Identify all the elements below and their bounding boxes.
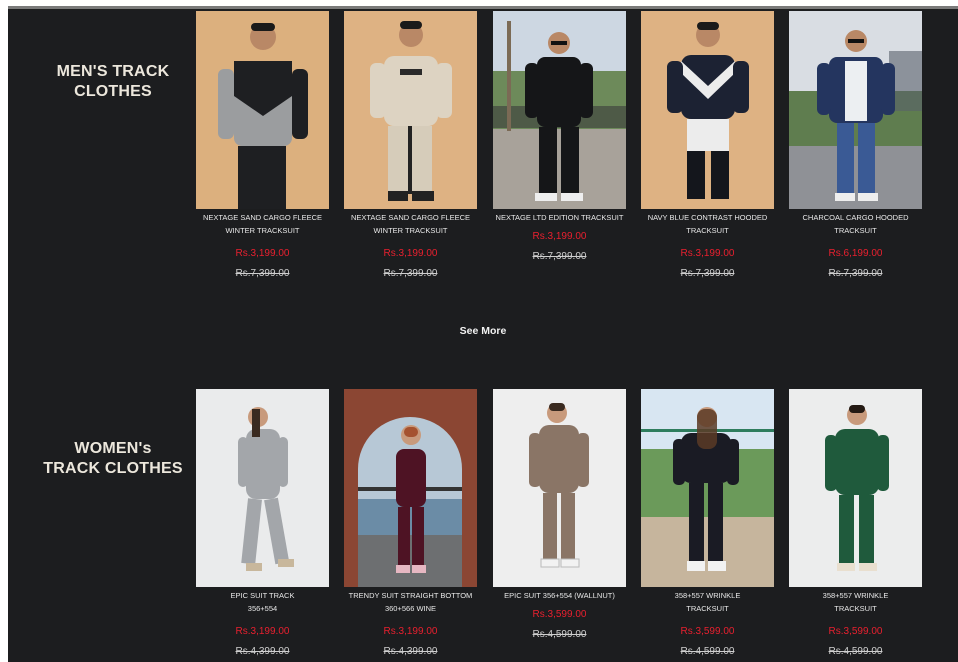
product-card[interactable]: NEXTAGE SAND CARGO FLEECE WINTER TRACKSU… [344, 11, 477, 281]
product-title-line: TRACKSUIT [834, 226, 877, 235]
product-image[interactable] [344, 389, 477, 587]
product-image[interactable] [493, 11, 626, 209]
section-title-line: WOMEN's [74, 440, 152, 457]
product-title[interactable]: NEXTAGE SAND CARGO FLEECE WINTER TRACKSU… [196, 211, 329, 239]
original-price: Rs.7,399.00 [532, 251, 587, 262]
product-image[interactable] [789, 389, 922, 587]
product-card[interactable]: NEXTAGE LTD EDITION TRACKSUIT Rs.3,199.0… [493, 11, 626, 264]
womens-section-title: WOMEN's TRACK CLOTHES [36, 439, 190, 479]
original-price: Rs.7,399.00 [235, 268, 290, 279]
product-title-line: CHARCOAL CARGO HOODED [802, 213, 909, 222]
original-price: Rs.7,399.00 [680, 268, 735, 279]
original-price: Rs.4,599.00 [680, 646, 735, 657]
product-image[interactable] [641, 11, 774, 209]
product-image[interactable] [344, 11, 477, 209]
sale-price: Rs.3,199.00 [383, 248, 438, 259]
sale-price: Rs.3,199.00 [383, 626, 438, 637]
section-title-line: MEN'S TRACK [56, 63, 170, 80]
original-price: Rs.7,399.00 [828, 268, 883, 279]
product-title[interactable]: TRENDY SUIT STRAIGHT BOTTOM 360+566 WINE [344, 589, 477, 617]
sale-price: Rs.3,199.00 [235, 626, 290, 637]
mens-section-title: MEN'S TRACK CLOTHES [43, 62, 183, 102]
product-card[interactable]: CHARCOAL CARGO HOODED TRACKSUIT Rs.6,199… [789, 11, 922, 281]
product-title-line: EPIC SUIT 356+554 (WALLNUT) [504, 591, 615, 600]
section-title-line: CLOTHES [74, 83, 152, 100]
product-image[interactable] [196, 11, 329, 209]
product-title[interactable]: CHARCOAL CARGO HOODED TRACKSUIT [789, 211, 922, 239]
sale-price: Rs.3,599.00 [532, 609, 587, 620]
sale-price: Rs.3,199.00 [235, 248, 290, 259]
product-card[interactable]: 358+557 WRINKLE TRACKSUIT Rs.3,599.00 Rs… [641, 389, 774, 659]
product-title-line: TRENDY SUIT STRAIGHT BOTTOM [348, 591, 473, 600]
product-card[interactable]: 358+557 WRINKLE TRACKSUIT Rs.3,599.00 Rs… [789, 389, 922, 659]
sale-price: Rs.3,599.00 [828, 626, 883, 637]
product-card[interactable]: EPIC SUIT TRACK 356+554 Rs.3,199.00 Rs.4… [196, 389, 329, 659]
original-price: Rs.4,399.00 [235, 646, 290, 657]
product-title-line: NAVY BLUE CONTRAST HOODED [647, 213, 768, 222]
product-title[interactable]: 358+557 WRINKLE TRACKSUIT [641, 589, 774, 617]
product-title-line: WINTER TRACKSUIT [373, 226, 448, 235]
product-title-line: 356+554 [247, 604, 278, 613]
product-card[interactable]: NAVY BLUE CONTRAST HOODED TRACKSUIT Rs.3… [641, 11, 774, 281]
original-price: Rs.4,599.00 [532, 629, 587, 640]
product-image[interactable] [789, 11, 922, 209]
product-title[interactable]: NAVY BLUE CONTRAST HOODED TRACKSUIT [641, 211, 774, 239]
product-title-line: WINTER TRACKSUIT [225, 226, 300, 235]
product-title-line: NEXTAGE SAND CARGO FLEECE [350, 213, 471, 222]
product-title[interactable]: 358+557 WRINKLE TRACKSUIT [789, 589, 922, 617]
product-title-line: EPIC SUIT TRACK [230, 591, 295, 600]
product-card[interactable]: EPIC SUIT 356+554 (WALLNUT) Rs.3,599.00 … [493, 389, 626, 642]
product-card[interactable]: NEXTAGE SAND CARGO FLEECE WINTER TRACKSU… [196, 11, 329, 281]
product-title-line: NEXTAGE SAND CARGO FLEECE [202, 213, 323, 222]
product-title-line: 360+566 WINE [384, 604, 437, 613]
product-title[interactable]: EPIC SUIT TRACK 356+554 [196, 589, 329, 617]
product-title-line: TRACKSUIT [686, 604, 729, 613]
sale-price: Rs.6,199.00 [828, 248, 883, 259]
product-image[interactable] [493, 389, 626, 587]
product-title[interactable]: NEXTAGE SAND CARGO FLEECE WINTER TRACKSU… [344, 211, 477, 239]
original-price: Rs.4,599.00 [828, 646, 883, 657]
product-title-line: TRACKSUIT [686, 226, 729, 235]
original-price: Rs.4,399.00 [383, 646, 438, 657]
product-card[interactable]: TRENDY SUIT STRAIGHT BOTTOM 360+566 WINE… [344, 389, 477, 659]
product-title-line: 358+557 WRINKLE [674, 591, 741, 600]
product-title-line: TRACKSUIT [834, 604, 877, 613]
original-price: Rs.7,399.00 [383, 268, 438, 279]
sale-price: Rs.3,199.00 [680, 248, 735, 259]
product-title-line: 358+557 WRINKLE [822, 591, 889, 600]
product-image[interactable] [196, 389, 329, 587]
see-more-button[interactable]: See More [448, 325, 518, 337]
sale-price: Rs.3,199.00 [532, 231, 587, 242]
sale-price: Rs.3,599.00 [680, 626, 735, 637]
section-title-line: TRACK CLOTHES [43, 460, 183, 477]
product-title-line: NEXTAGE LTD EDITION TRACKSUIT [495, 213, 624, 222]
product-page: MEN'S TRACK CLOTHES NEXTAGE SAND CARGO F… [8, 9, 958, 662]
product-image[interactable] [641, 389, 774, 587]
